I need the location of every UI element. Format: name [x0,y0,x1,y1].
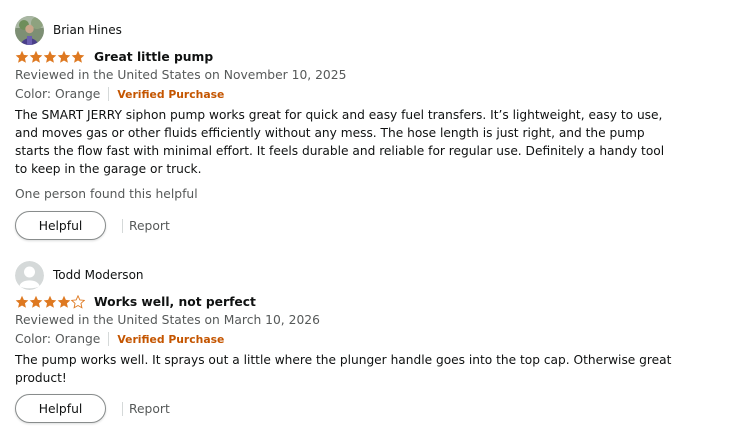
star-rating[interactable] [15,295,85,309]
variant-label: Color: Orange [15,332,101,346]
review-body-line: The SMART JERRY siphon pump works great … [15,108,663,122]
review-title[interactable]: Great little pump [94,50,213,64]
verified-purchase-badge[interactable]: Verified Purchase [117,88,224,101]
report-link[interactable]: Report [129,219,170,233]
review-date: Reviewed in the United States on March 1… [15,313,320,327]
review-body-line: product! [15,371,67,385]
variant-label: Color: Orange [15,87,101,101]
review-title-row: Works well, not perfect [15,293,256,311]
star-filled-icon [29,295,43,308]
review-actions: Helpful Report [15,394,170,423]
review-body-line: The pump works well. It sprays out a lit… [15,353,672,367]
reviewer-name[interactable]: Todd Moderson [53,268,144,282]
review-actions: Helpful Report [15,211,170,240]
divider [122,401,123,416]
report-link[interactable]: Report [129,402,170,416]
helpful-button[interactable]: Helpful [15,394,106,423]
reviewer-profile[interactable]: Brian Hines [15,15,122,45]
reviewer-name[interactable]: Brian Hines [53,23,122,37]
divider [108,87,110,101]
review-title-row: Great little pump [15,48,213,66]
star-empty-icon [71,295,85,309]
star-filled-icon [15,295,29,308]
star-filled-icon [43,50,57,63]
star-filled-icon [71,50,85,63]
verified-purchase-badge[interactable]: Verified Purchase [117,333,224,346]
review-title[interactable]: Works well, not perfect [94,295,256,309]
star-filled-icon [15,50,29,63]
star-filled-icon [29,50,43,63]
star-rating[interactable] [15,50,85,64]
review-card: Brian Hines Great little pump Reviewed i… [15,0,665,245]
variant-row: Color: Orange Verified Purchase [15,330,224,348]
variant-row: Color: Orange Verified Purchase [15,85,224,103]
review-card: Todd Moderson Works well, not perfect Re… [15,245,672,433]
reviewer-profile[interactable]: Todd Moderson [15,260,144,290]
avatar[interactable] [15,15,44,45]
star-filled-icon [57,295,71,308]
divider [108,332,110,346]
review-body: The pump works well. It sprays out a lit… [15,351,672,387]
review-body-line: starts the flow fast with minimal effort… [15,144,665,158]
avatar[interactable] [15,260,44,290]
helpful-button[interactable]: Helpful [15,211,106,240]
review-body: The SMART JERRY siphon pump works great … [15,106,665,178]
star-filled-icon [57,50,71,63]
review-date: Reviewed in the United States on Novembe… [15,68,347,82]
review-body-line: and moves gas or other fluids efficientl… [15,126,645,140]
review-body-line: to keep in the garage or truck. [15,162,202,176]
star-filled-icon [43,295,57,308]
helpful-count: One person found this helpful [15,187,198,201]
divider [122,218,123,233]
